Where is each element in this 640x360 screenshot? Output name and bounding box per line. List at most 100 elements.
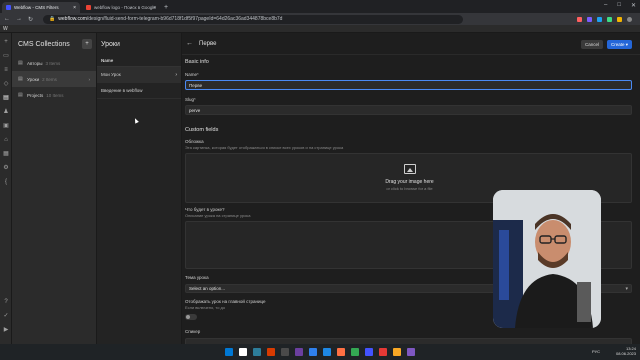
video-icon[interactable]: ▶: [3, 327, 9, 333]
custom-fields-title: Custom fields: [185, 127, 219, 133]
slug-label: Slug*: [185, 97, 196, 102]
tab-google[interactable]: webflow logo - Поиск в Google ×: [82, 2, 160, 13]
extension-icon[interactable]: [597, 16, 602, 22]
webflow-icon[interactable]: [365, 348, 373, 356]
topic-label: Тема урока: [185, 275, 209, 280]
taskview-icon[interactable]: [253, 348, 261, 356]
name-input[interactable]: Перве: [185, 80, 632, 90]
reload-icon[interactable]: ↻: [28, 16, 33, 23]
create-button[interactable]: Create ▾: [606, 40, 632, 49]
cancel-button[interactable]: Cancel: [580, 40, 603, 49]
collection-count: 10 Items: [46, 92, 64, 98]
show-on-home-label: Отображать урок на главной странице: [185, 299, 266, 304]
add-collection-icon[interactable]: +: [82, 39, 92, 49]
app-icon[interactable]: [295, 348, 303, 356]
editor-header: ← Перве Cancel Create ▾: [182, 33, 640, 55]
collection-label: Уроки: [27, 76, 40, 82]
assets-icon[interactable]: ▣: [3, 123, 9, 129]
collection-items-panel: Уроки Name Мои Урок › Введение в webflow: [97, 33, 182, 344]
name-label: Name*: [185, 72, 199, 77]
collection-count: 3 Items: [45, 60, 61, 66]
designer-left-toolbar: + ▭ ≡ ◇ ▤ ♟ ▣ ⌂ ▦ ⚙ { ? ✓ ▶: [0, 33, 12, 344]
browser-tab-bar: Webflow - CMS Filters × webflow logo - П…: [0, 0, 640, 13]
navigator-icon[interactable]: ≡: [3, 67, 9, 73]
forward-arrow-icon[interactable]: →: [16, 16, 22, 22]
os-taskbar: РУС 13:24 08.06.2023: [0, 344, 640, 360]
address-bar: ← → ↻ 🔒 webflow.com /design/fluid-send-f…: [0, 13, 640, 25]
telegram-icon[interactable]: [323, 348, 331, 356]
tab-label: webflow logo - Поиск в Google: [94, 5, 156, 10]
settings-icon[interactable]: ⚙: [3, 165, 9, 171]
clock-date: 08.06.2023: [615, 351, 636, 356]
column-header-name[interactable]: Name: [97, 55, 181, 67]
collection-label: Авторы: [27, 60, 43, 66]
cms-icon[interactable]: ▤: [3, 95, 9, 101]
app-icon[interactable]: [309, 348, 317, 356]
editor-title: Перве: [199, 40, 217, 47]
collection-item-lessons[interactable]: ▤ Уроки 2 Items ›: [12, 71, 96, 87]
users-icon[interactable]: ♟: [3, 109, 9, 115]
extension-icon[interactable]: [607, 16, 612, 22]
chevron-down-icon: ▾: [625, 42, 628, 47]
app-icon[interactable]: [379, 348, 387, 356]
close-icon[interactable]: ×: [73, 5, 76, 11]
app-icon[interactable]: [281, 348, 289, 356]
add-icon[interactable]: +: [3, 39, 9, 45]
collection-icon: ▤: [18, 59, 23, 66]
keyboard-language[interactable]: РУС: [592, 349, 600, 354]
show-on-home-toggle[interactable]: [185, 314, 197, 320]
ecommerce-icon[interactable]: ⌂: [3, 137, 9, 143]
back-arrow-icon[interactable]: ←: [186, 40, 193, 47]
extension-icon[interactable]: [617, 16, 622, 22]
pages-icon[interactable]: ▭: [3, 53, 9, 59]
extension-icon[interactable]: [577, 16, 582, 22]
profile-icon[interactable]: [627, 16, 632, 22]
tab-webflow[interactable]: Webflow - CMS Filters ×: [2, 2, 80, 13]
cover-hint: Эта картинка, которая будет отображаться…: [185, 145, 344, 150]
item-label: Мои Урок: [101, 72, 121, 77]
slug-input[interactable]: perve: [185, 105, 632, 115]
app-icon[interactable]: [337, 348, 345, 356]
clock[interactable]: 13:24 08.06.2023: [616, 346, 636, 356]
back-arrow-icon[interactable]: ←: [4, 16, 10, 22]
start-icon[interactable]: [225, 348, 233, 356]
extension-icon[interactable]: [587, 16, 592, 22]
help-icon[interactable]: ?: [3, 299, 9, 305]
audit-icon[interactable]: ✓: [3, 313, 9, 319]
list-item[interactable]: Мои Урок ›: [97, 67, 181, 83]
collection-label: Projects: [27, 92, 44, 98]
webflow-logo-icon[interactable]: W: [3, 26, 8, 32]
item-label: Введение в webflow: [101, 88, 143, 93]
collection-item-authors[interactable]: ▤ Авторы 3 Items: [12, 55, 96, 71]
app-icon[interactable]: [393, 348, 401, 356]
slug-label-text: Slug: [185, 97, 195, 102]
apps-icon[interactable]: ▦: [3, 151, 9, 157]
close-icon[interactable]: ✕: [631, 2, 636, 9]
close-icon[interactable]: ×: [153, 5, 156, 11]
name-label-text: Name: [185, 72, 198, 77]
app-icon[interactable]: [407, 348, 415, 356]
chevron-right-icon: ›: [88, 76, 91, 82]
minimize-icon[interactable]: –: [604, 2, 607, 9]
url-input[interactable]: 🔒 webflow.com /design/fluid-send-form-te…: [43, 14, 464, 24]
search-icon[interactable]: [239, 348, 247, 356]
create-label: Create: [610, 42, 625, 47]
items-panel-title: Уроки: [101, 40, 120, 48]
chevron-down-icon: ▾: [625, 286, 628, 292]
required-mark: *: [194, 97, 196, 102]
maximize-icon[interactable]: □: [617, 2, 621, 9]
presenter-image: [493, 190, 601, 328]
collection-item-projects[interactable]: ▤ Projects 10 Items: [12, 87, 96, 103]
cms-collections-panel: CMS Collections + ▤ Авторы 3 Items ▤ Уро…: [12, 33, 97, 344]
extensions-bar: [577, 16, 632, 22]
symbols-icon[interactable]: ◇: [3, 81, 9, 87]
office-icon[interactable]: [267, 348, 275, 356]
list-item[interactable]: Введение в webflow: [97, 83, 181, 99]
dropzone-title: Drag your image here: [385, 179, 434, 185]
webflow-favicon-icon: [6, 5, 11, 10]
logic-icon[interactable]: {: [3, 179, 9, 185]
plus-icon[interactable]: +: [164, 4, 168, 11]
chrome-icon[interactable]: [351, 348, 359, 356]
designer-topbar: W: [0, 25, 640, 33]
required-mark: *: [197, 72, 199, 77]
